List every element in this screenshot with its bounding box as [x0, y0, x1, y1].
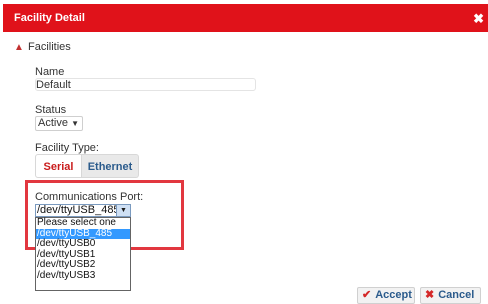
facility-type-tabs: Serial Ethernet	[35, 154, 139, 178]
dialog-title: Facility Detail	[14, 12, 85, 24]
facilities-section-header[interactable]: ▲ Facilities	[14, 41, 71, 53]
status-label: Status	[35, 104, 67, 116]
chevron-up-icon: ▲	[14, 42, 24, 53]
name-label: Name	[35, 66, 65, 78]
dropdown-arrow-icon[interactable]: ▼	[116, 205, 130, 216]
checkmark-icon: ✔	[362, 289, 372, 301]
chevron-down-icon: ▼	[71, 119, 79, 128]
facility-type-label: Facility Type:	[35, 142, 99, 154]
comm-port-value: /dev/ttyUSB_485	[37, 204, 120, 216]
accept-label: Accept	[375, 289, 412, 301]
comm-port-select[interactable]: /dev/ttyUSB_485 ▼	[35, 204, 131, 217]
dropdown-option[interactable]: /dev/ttyUSB0	[36, 238, 130, 250]
dropdown-option[interactable]: /dev/ttyUSB3	[36, 270, 130, 282]
dialog-titlebar: Facility Detail ✖	[3, 4, 488, 32]
comm-port-dropdown-list: Please select one /dev/ttyUSB_485 /dev/t…	[35, 217, 131, 291]
dropdown-option[interactable]: /dev/ttyUSB2	[36, 259, 130, 271]
cancel-label: Cancel	[438, 289, 475, 301]
tab-ethernet[interactable]: Ethernet	[82, 154, 139, 178]
dropdown-option[interactable]: Please select one	[36, 217, 130, 229]
status-select[interactable]: Active ▼	[35, 116, 83, 131]
tab-serial[interactable]: Serial	[35, 154, 82, 178]
name-field[interactable]: Default	[35, 78, 256, 91]
cross-icon: ✖	[425, 289, 435, 301]
section-label: Facilities	[28, 41, 71, 53]
status-value: Active	[38, 117, 68, 129]
comm-port-label: Communications Port:	[35, 191, 144, 203]
close-icon[interactable]: ✖	[473, 4, 484, 33]
accept-button[interactable]: ✔ Accept	[357, 287, 415, 304]
cancel-button[interactable]: ✖ Cancel	[420, 287, 481, 304]
